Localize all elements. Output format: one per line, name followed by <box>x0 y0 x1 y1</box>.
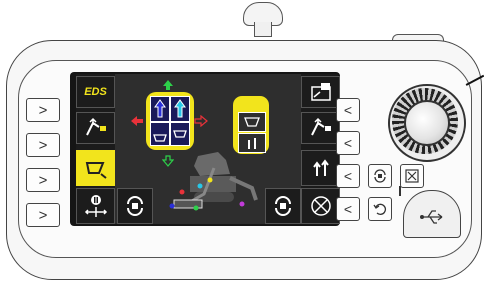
arrow-right-red-icon <box>194 115 208 127</box>
chevron-left-icon: < <box>343 135 353 151</box>
arrow-left-red-icon <box>131 116 143 126</box>
joystick-cell-up-left <box>150 96 170 122</box>
left-hardkey-1[interactable]: > <box>26 98 60 122</box>
chevron-left-icon: < <box>343 168 353 184</box>
rotary-dial-center[interactable] <box>404 100 450 146</box>
bucket-mode-softkey[interactable] <box>76 150 115 186</box>
rotate-right-softkey[interactable] <box>265 188 301 224</box>
joystick-cell-down-left <box>150 122 170 146</box>
eds-softkey[interactable]: EDS <box>76 76 115 108</box>
no-entry-softkey[interactable] <box>301 188 340 224</box>
right-hardkey-2[interactable]: < <box>336 131 360 155</box>
boom-mode-right-softkey[interactable] <box>301 112 340 144</box>
left-hardkey-3[interactable]: > <box>26 168 60 192</box>
joystick-cell-down-right <box>170 122 190 146</box>
eds-label: EDS <box>84 86 107 98</box>
close-icon <box>405 169 419 183</box>
chevron-right-icon: > <box>38 136 48 154</box>
no-entry-icon <box>310 196 331 216</box>
back-icon <box>373 203 386 215</box>
usb-icon <box>420 210 443 224</box>
emergency-knob-stem <box>254 22 272 37</box>
stop-arrows-softkey[interactable] <box>76 188 115 224</box>
left-hardkey-2[interactable]: > <box>26 133 60 157</box>
dual-arrow-icon <box>312 159 329 176</box>
chevron-left-icon: < <box>343 201 353 217</box>
cancel-hardkey[interactable] <box>400 164 424 188</box>
chevron-right-icon: > <box>38 171 48 189</box>
rotate-icon <box>374 169 386 183</box>
chevron-right-icon: > <box>38 206 48 224</box>
arrow-up-green-icon <box>163 80 173 90</box>
boom-mode-softkey[interactable] <box>76 112 115 144</box>
left-hardkey-4[interactable]: > <box>26 203 60 227</box>
stop-arrows-icon <box>84 195 107 217</box>
rotate-icon <box>275 196 291 216</box>
usb-port-cover[interactable] <box>403 190 461 238</box>
machine-illustration <box>169 152 258 211</box>
boom-mode-icon <box>310 117 331 136</box>
rotate-icon <box>127 196 143 216</box>
screen-export-icon <box>310 83 331 101</box>
boom-mode-icon <box>85 117 106 136</box>
joystick-right-cell-top <box>238 112 266 132</box>
rotate-hardkey[interactable] <box>368 164 392 188</box>
joystick-cell-up-right <box>170 96 190 122</box>
screen-export-softkey[interactable] <box>301 76 340 108</box>
dual-arrow-softkey[interactable] <box>301 150 340 186</box>
usb-cover-hinge <box>399 186 401 196</box>
rotate-left-softkey[interactable] <box>117 188 153 224</box>
right-hardkey-1[interactable]: < <box>336 98 360 122</box>
right-hardkey-4[interactable]: < <box>336 197 360 221</box>
bucket-mode-icon <box>85 162 107 179</box>
chevron-left-icon: < <box>343 102 353 118</box>
right-hardkey-3[interactable]: < <box>336 164 360 188</box>
back-hardkey[interactable] <box>368 197 392 221</box>
chevron-right-icon: > <box>38 101 48 119</box>
